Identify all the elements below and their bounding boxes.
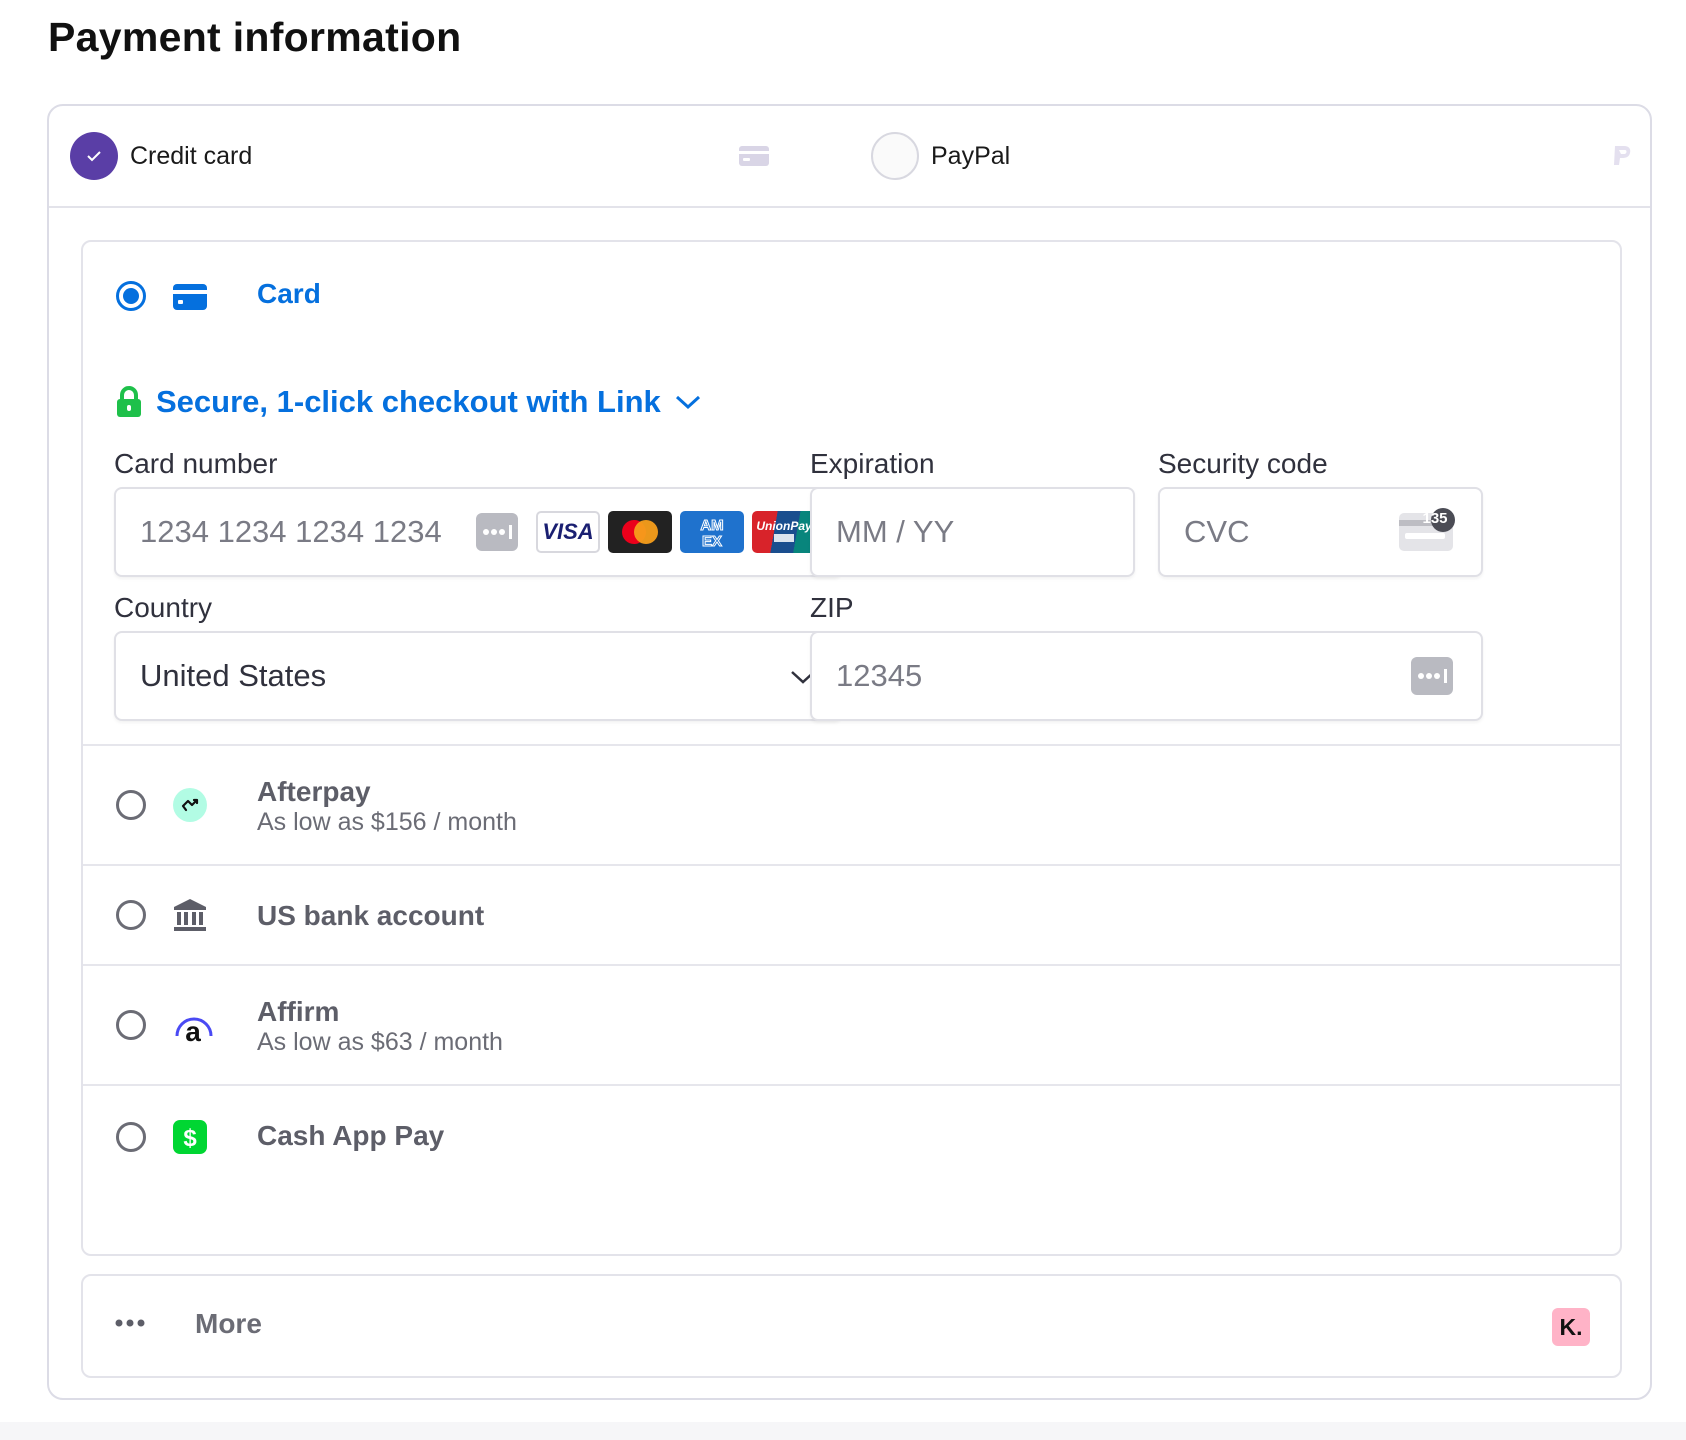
card-label: Card — [257, 278, 321, 309]
us-bank-radio[interactable] — [116, 900, 146, 930]
us-bank-title: US bank account — [257, 900, 485, 931]
paypal-radio[interactable] — [871, 132, 919, 180]
svg-text:UnionPay: UnionPay — [756, 519, 812, 533]
method-us-bank[interactable]: US bank account — [83, 864, 1620, 964]
country-select[interactable]: United States — [114, 631, 842, 721]
klarna-icon: K. — [1552, 1308, 1590, 1346]
tab-paypal-label: PayPal — [931, 141, 1011, 170]
credit-card-icon — [739, 146, 769, 166]
cash-app-title: Cash App Pay — [257, 1120, 445, 1151]
cvc-badge: 135 — [1422, 510, 1448, 527]
afterpay-radio[interactable] — [116, 790, 146, 820]
method-cash-app[interactable]: $ Cash App Pay — [83, 1084, 1620, 1184]
page-title: Payment information — [48, 14, 462, 60]
zip-placeholder: 12345 — [836, 658, 923, 693]
amex-icon: AM EX — [680, 511, 744, 553]
mastercard-icon — [608, 511, 672, 553]
autofill-icon — [476, 513, 518, 551]
unionpay-icon: UnionPay — [752, 511, 816, 553]
more-dots-icon — [115, 1319, 145, 1327]
card-icon — [173, 284, 207, 310]
payment-container: Credit card PayPal Card Secure, 1-click … — [47, 104, 1652, 1400]
security-code-field[interactable]: CVC 135 — [1158, 487, 1483, 577]
svg-text:AM: AM — [700, 517, 723, 534]
credit-card-radio[interactable] — [70, 132, 118, 180]
expiration-field[interactable]: MM / YY — [810, 487, 1135, 577]
country-value: United States — [140, 658, 327, 693]
card-number-label: Card number — [114, 448, 278, 479]
security-code-placeholder: CVC — [1184, 514, 1250, 549]
zip-label: ZIP — [810, 592, 854, 623]
cash-app-radio[interactable] — [116, 1122, 146, 1152]
visa-icon: VISA — [536, 511, 600, 553]
affirm-radio[interactable] — [116, 1010, 146, 1040]
card-brands: VISA AM EX UnionPay — [476, 511, 816, 553]
zip-field[interactable]: 12345 — [810, 631, 1483, 721]
payment-element: Card Secure, 1-click checkout with Link … — [81, 240, 1622, 1256]
tab-credit-card-label: Credit card — [130, 141, 253, 170]
expiration-placeholder: MM / YY — [836, 514, 955, 549]
paypal-icon — [1614, 146, 1631, 165]
expiration-label: Expiration — [810, 448, 935, 479]
bank-icon — [174, 899, 206, 931]
method-affirm[interactable]: a Affirm As low as $63 / month — [83, 964, 1620, 1084]
svg-text:$: $ — [183, 1125, 197, 1152]
affirm-title: Affirm — [257, 996, 340, 1027]
lock-icon — [117, 386, 141, 417]
link-checkout-text: Secure, 1-click checkout with Link — [156, 384, 661, 419]
svg-text:a: a — [185, 1016, 201, 1044]
autofill-icon — [1411, 657, 1453, 695]
cash-app-icon: $ — [173, 1120, 207, 1154]
card-number-field[interactable]: 1234 1234 1234 1234 VISA AM EX UnionPay — [114, 487, 842, 577]
card-radio-selected[interactable] — [116, 281, 146, 311]
link-checkout-toggle[interactable]: Secure, 1-click checkout with Link — [116, 382, 701, 422]
footer-strip — [0, 1422, 1686, 1440]
chevron-down-icon — [675, 395, 700, 410]
afterpay-subtitle: As low as $156 / month — [257, 808, 517, 836]
method-tabs: Credit card PayPal — [49, 106, 1650, 208]
checkmark-icon — [87, 151, 101, 162]
afterpay-icon — [173, 788, 207, 822]
method-afterpay[interactable]: Afterpay As low as $156 / month — [83, 744, 1620, 864]
afterpay-title: Afterpay — [257, 776, 371, 807]
svg-text:EX: EX — [702, 533, 722, 549]
tab-paypal[interactable]: PayPal — [871, 106, 1651, 206]
security-code-label: Security code — [1158, 448, 1328, 479]
card-number-placeholder: 1234 1234 1234 1234 — [140, 514, 442, 549]
more-methods[interactable]: More K. — [81, 1274, 1622, 1378]
card-method-header[interactable]: Card — [83, 242, 1620, 352]
affirm-icon: a — [175, 1016, 213, 1044]
more-label: More — [195, 1308, 262, 1339]
country-label: Country — [114, 592, 213, 623]
affirm-subtitle: As low as $63 / month — [257, 1028, 503, 1056]
tab-credit-card[interactable]: Credit card — [70, 106, 850, 206]
